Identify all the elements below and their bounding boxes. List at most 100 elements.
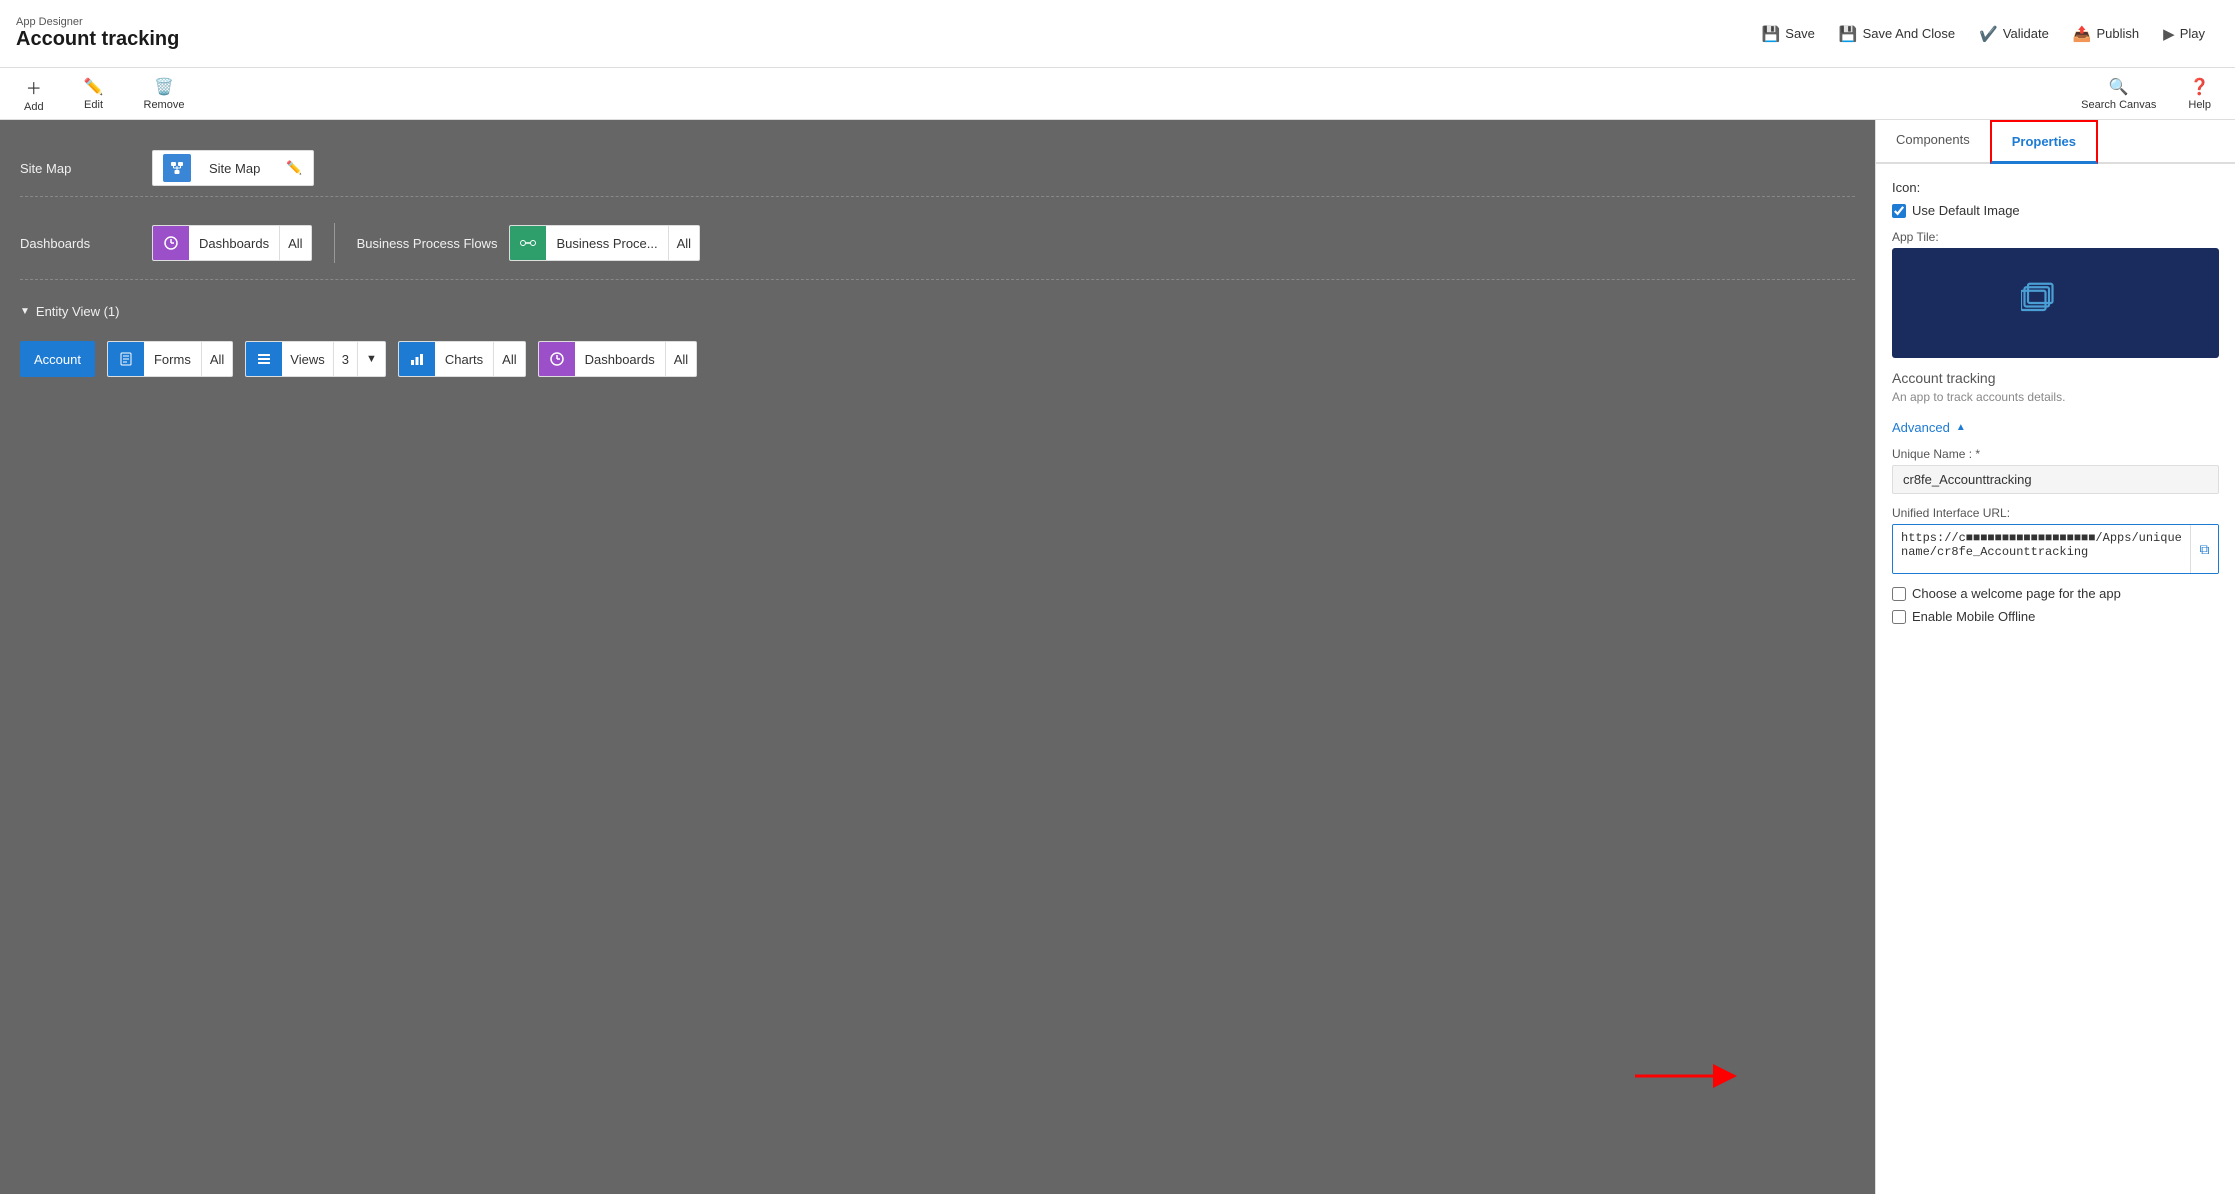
forms-badge: All <box>201 342 232 376</box>
unified-url-row: Unified Interface URL: ⧉ <box>1892 506 2219 574</box>
bpf-card[interactable]: Business Proce... All <box>509 225 700 261</box>
app-display-name: Account tracking <box>1892 370 2219 386</box>
save-and-close-button[interactable]: 💾 Save And Close <box>1829 19 1965 49</box>
advanced-section-toggle[interactable]: Advanced ▲ <box>1892 420 2219 435</box>
edit-icon: ✏️ <box>84 77 104 97</box>
charts-badge: All <box>493 342 524 376</box>
canvas[interactable]: Site Map Site Map ✏️ Dashboards <box>0 120 1875 1194</box>
use-default-image-row: Use Default Image <box>1892 203 2219 218</box>
dashboards-icon <box>153 225 189 261</box>
help-button[interactable]: ❓ Help <box>2180 73 2219 115</box>
welcome-page-checkbox[interactable] <box>1892 587 1906 601</box>
tab-properties[interactable]: Properties <box>1990 120 2098 164</box>
url-field-wrapper: ⧉ <box>1892 524 2219 574</box>
views-card[interactable]: Views 3 ▼ <box>245 341 386 377</box>
entity-dashboards-icon <box>539 341 575 377</box>
app-tile-label: App Tile: <box>1892 230 2219 244</box>
edit-label: Edit <box>84 99 103 111</box>
remove-button[interactable]: 🗑️ Remove <box>136 73 193 115</box>
unified-url-field[interactable] <box>1893 525 2190 573</box>
mobile-offline-row: Enable Mobile Offline <box>1892 609 2219 624</box>
charts-card[interactable]: Charts All <box>398 341 526 377</box>
top-bar: App Designer Account tracking 💾 Save 💾 S… <box>0 0 2235 68</box>
dashboards-card[interactable]: Dashboards All <box>152 225 312 261</box>
account-button[interactable]: Account <box>20 341 95 377</box>
bpf-name: Business Proce... <box>546 236 667 251</box>
entity-dashboards-card[interactable]: Dashboards All <box>538 341 698 377</box>
tab-components[interactable]: Components <box>1876 120 1990 164</box>
sitemap-name: Site Map <box>199 161 270 176</box>
account-row: Account Forms All Views 3 ▼ <box>20 333 1855 385</box>
dashboards-section-label: Dashboards <box>20 236 140 251</box>
sitemap-section-label: Site Map <box>20 161 140 176</box>
help-icon: ❓ <box>2190 77 2210 97</box>
save-icon: 💾 <box>1762 25 1781 43</box>
sitemap-card[interactable]: Site Map ✏️ <box>152 150 314 186</box>
publish-button[interactable]: 📤 Publish <box>2063 19 2149 49</box>
sitemap-icon <box>163 154 191 182</box>
unique-name-row: Unique Name : * <box>1892 447 2219 494</box>
toolbar-right: 🔍 Search Canvas ❓ Help <box>2073 73 2219 115</box>
views-dropdown-icon[interactable]: ▼ <box>357 342 385 376</box>
play-button[interactable]: ▶ Play <box>2153 19 2215 49</box>
charts-name: Charts <box>435 352 493 367</box>
forms-icon <box>108 341 144 377</box>
mobile-offline-label: Enable Mobile Offline <box>1912 609 2035 624</box>
views-count: 3 <box>333 342 357 376</box>
dashboards-name: Dashboards <box>189 236 279 251</box>
bpf-section-label: Business Process Flows <box>357 236 498 251</box>
icon-label: Icon: <box>1892 180 2219 195</box>
unified-url-label: Unified Interface URL: <box>1892 506 2219 520</box>
sitemap-edit-icon[interactable]: ✏️ <box>286 160 302 176</box>
dashboards-bpf-section: Dashboards Dashboards All Business Proce… <box>20 213 1855 280</box>
entity-view-header[interactable]: ▼ Entity View (1) <box>20 296 1855 325</box>
main-layout: Site Map Site Map ✏️ Dashboards <box>0 120 2235 1194</box>
search-canvas-button[interactable]: 🔍 Search Canvas <box>2073 73 2164 115</box>
unique-name-label: Unique Name : * <box>1892 447 2219 461</box>
charts-icon <box>399 341 435 377</box>
search-canvas-label: Search Canvas <box>2081 99 2156 111</box>
right-panel: Components Properties Icon: Use Default … <box>1875 120 2235 1194</box>
validate-label: Validate <box>2003 26 2049 41</box>
section-divider <box>334 223 335 263</box>
sitemap-content: Site Map ✏️ <box>152 150 314 186</box>
remove-label: Remove <box>144 99 185 111</box>
forms-name: Forms <box>144 352 201 367</box>
search-icon: 🔍 <box>2109 77 2129 97</box>
use-default-image-checkbox[interactable] <box>1892 204 1906 218</box>
play-icon: ▶ <box>2163 25 2175 43</box>
welcome-page-label: Choose a welcome page for the app <box>1912 586 2121 601</box>
help-label: Help <box>2188 99 2211 111</box>
entity-view-label: Entity View (1) <box>36 304 120 319</box>
remove-icon: 🗑️ <box>154 77 174 97</box>
views-name: Views <box>282 352 332 367</box>
app-tile-svg <box>2021 273 2091 333</box>
edit-button[interactable]: ✏️ Edit <box>76 73 112 115</box>
app-title-section: App Designer Account tracking <box>16 16 179 51</box>
add-button[interactable]: ＋ Add <box>16 71 52 117</box>
forms-card[interactable]: Forms All <box>107 341 233 377</box>
validate-icon: ✔️ <box>1979 25 1998 43</box>
sitemap-section: Site Map Site Map ✏️ <box>20 140 1855 197</box>
save-label: Save <box>1785 26 1815 41</box>
publish-label: Publish <box>2097 26 2140 41</box>
bpf-badge: All <box>668 226 699 260</box>
save-button[interactable]: 💾 Save <box>1752 19 1825 49</box>
unique-name-input[interactable] <box>1892 465 2219 494</box>
app-display-description: An app to track accounts details. <box>1892 390 2219 404</box>
mobile-offline-checkbox[interactable] <box>1892 610 1906 624</box>
entity-dashboards-badge: All <box>665 342 696 376</box>
use-default-image-label: Use Default Image <box>1912 203 2020 218</box>
advanced-label: Advanced <box>1892 420 1950 435</box>
url-copy-button[interactable]: ⧉ <box>2190 525 2218 573</box>
arrow-indicator <box>2229 24 2235 74</box>
validate-button[interactable]: ✔️ Validate <box>1969 19 2059 49</box>
play-label: Play <box>2180 26 2205 41</box>
dashboards-badge: All <box>279 226 310 260</box>
top-buttons: 💾 Save 💾 Save And Close ✔️ Validate 📤 Pu… <box>1752 19 2219 49</box>
welcome-page-row: Choose a welcome page for the app <box>1892 586 2219 601</box>
bpf-content: Business Proce... All <box>509 225 700 261</box>
advanced-chevron-icon: ▲ <box>1956 422 1966 433</box>
panel-tabs: Components Properties <box>1876 120 2235 164</box>
page-title: Account tracking <box>16 28 179 51</box>
